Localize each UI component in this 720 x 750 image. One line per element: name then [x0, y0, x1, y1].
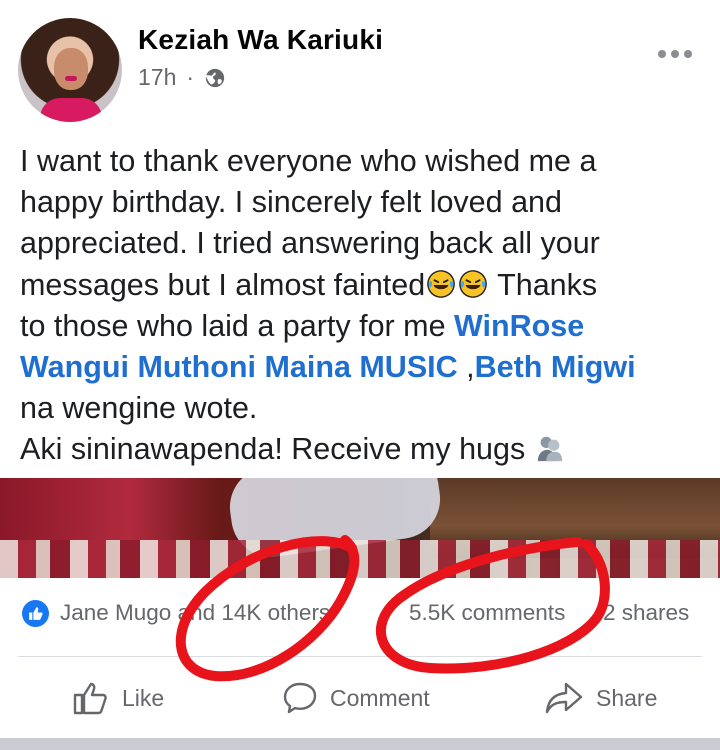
post-line: na wengine wote.	[20, 391, 258, 426]
post-text-segment: to those who laid a party for me	[20, 308, 454, 343]
reactions-summary[interactable]: Jane Mugo and 14K others	[60, 600, 330, 626]
post-line: appreciated. I tried answering back all …	[20, 226, 600, 261]
comment-button[interactable]: Comment	[282, 670, 430, 726]
share-button[interactable]: Share	[544, 670, 657, 726]
post-meta: 17h ·	[138, 64, 226, 91]
post-text-segment: messages but I almost fainted	[20, 267, 426, 302]
photo-fabric	[0, 540, 720, 578]
avatar-clothing	[40, 98, 102, 122]
share-icon	[545, 682, 583, 714]
comment-icon	[283, 682, 317, 714]
laughing-emoji	[427, 269, 456, 298]
comments-count[interactable]: 5.5K comments	[409, 600, 565, 626]
post-line: I want to thank everyone who wished me a	[20, 144, 597, 178]
like-button[interactable]: Like	[72, 670, 164, 726]
like-thumb-icon	[73, 682, 107, 715]
laughing-emoji	[459, 269, 488, 298]
post-line: messages but I almost fainted Thanks	[20, 265, 710, 306]
author-avatar[interactable]	[18, 18, 122, 122]
mention-link[interactable]: Wangui Muthoni Maina MUSIC	[20, 350, 458, 384]
avatar-lips	[65, 76, 77, 81]
feed-separator	[0, 738, 720, 750]
post-actions: Like Comment Share	[0, 670, 720, 726]
more-options-icon[interactable]	[658, 50, 692, 58]
comment-label: Comment	[330, 684, 430, 711]
like-label: Like	[122, 684, 165, 711]
avatar-face	[54, 48, 88, 90]
post-photo[interactable]	[0, 478, 720, 578]
author-name[interactable]: Keziah Wa Kariuki	[138, 24, 383, 56]
post-text-segment: Aki sininawapenda! Receive my hugs	[20, 432, 534, 467]
post-line: Aki sininawapenda! Receive my hugs	[20, 429, 710, 470]
meta-separator: ·	[186, 64, 195, 90]
actions-divider	[18, 656, 702, 657]
hug-emoji	[537, 437, 562, 462]
post-body: I want to thank everyone who wished me a…	[20, 141, 710, 471]
mention-link[interactable]: WinRose	[454, 309, 584, 343]
post-text-segment: ,	[457, 350, 475, 385]
post-stats: Jane Mugo and 14K others 5.5K comments 2…	[0, 578, 720, 648]
post-time[interactable]: 17h	[138, 64, 176, 91]
post-line: Wangui Muthoni Maina MUSIC ,Beth Migwi	[20, 347, 710, 388]
shares-count[interactable]: 2 shares	[603, 600, 689, 626]
share-label: Share	[596, 684, 658, 711]
mention-link[interactable]: Beth Migwi	[475, 350, 636, 384]
post-line: to those who laid a party for me WinRose	[20, 306, 710, 347]
post-text-segment: Thanks	[489, 267, 598, 302]
post-line: happy birthday. I sincerely felt loved a…	[20, 185, 562, 220]
like-reaction-icon[interactable]	[22, 600, 49, 627]
globe-icon[interactable]	[204, 67, 226, 89]
